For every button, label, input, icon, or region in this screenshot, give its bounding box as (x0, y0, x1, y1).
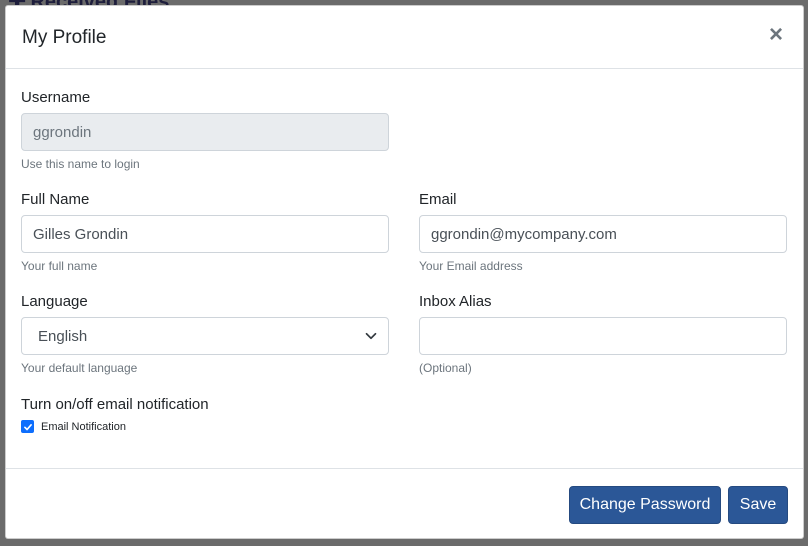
chevron-down-icon (365, 332, 377, 340)
save-button[interactable]: Save (728, 486, 788, 524)
language-select[interactable]: English (21, 317, 389, 355)
email-notification-row: Email Notification (21, 420, 126, 433)
full-name-help: Your full name (21, 259, 98, 273)
profile-modal: My Profile × Username ggrondin Use this … (5, 5, 804, 539)
inbox-alias-help: (Optional) (419, 361, 472, 375)
inbox-alias-input[interactable] (419, 317, 787, 355)
email-notification-checkbox[interactable] (21, 420, 34, 433)
change-password-button[interactable]: Change Password (569, 486, 721, 524)
username-input[interactable]: ggrondin (21, 113, 389, 151)
modal-header: My Profile × (6, 6, 803, 69)
email-input[interactable]: ggrondin@mycompany.com (419, 215, 787, 253)
language-help: Your default language (21, 361, 138, 375)
full-name-input[interactable]: Gilles Grondin (21, 215, 389, 253)
check-icon (23, 423, 32, 430)
inbox-alias-label: Inbox Alias (419, 293, 492, 310)
inbox-alias-group: Inbox Alias (Optional) (419, 293, 787, 375)
username-group: Username ggrondin Use this name to login (21, 89, 389, 171)
email-label: Email (419, 191, 457, 208)
email-group: Email ggrondin@mycompany.com Your Email … (419, 191, 787, 273)
close-icon[interactable]: × (765, 23, 787, 47)
full-name-label: Full Name (21, 191, 90, 208)
language-group: Language English Your default language (21, 293, 389, 375)
modal-footer: Change Password Save (6, 468, 803, 540)
email-notification-label[interactable]: Email Notification (41, 421, 126, 433)
username-help: Use this name to login (21, 157, 140, 171)
email-help: Your Email address (419, 259, 523, 273)
full-name-group: Full Name Gilles Grondin Your full name (21, 191, 389, 273)
language-label: Language (21, 293, 88, 310)
notification-title: Turn on/off email notification (21, 396, 209, 413)
username-label: Username (21, 89, 91, 106)
modal-title: My Profile (22, 27, 107, 48)
